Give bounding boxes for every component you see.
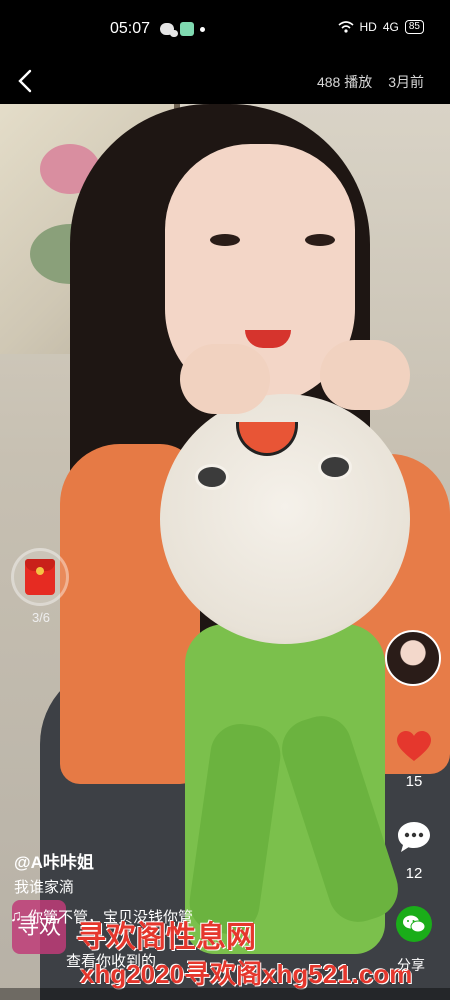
hand-left bbox=[180, 344, 270, 414]
red-packet-icon bbox=[25, 559, 55, 595]
share-label[interactable]: 分享 bbox=[397, 955, 425, 975]
eye-left bbox=[210, 234, 240, 246]
network-type: HD bbox=[359, 20, 377, 34]
wechat-notification-icon bbox=[160, 23, 178, 37]
video-stats: 488 播放 3月前 bbox=[317, 72, 424, 92]
wechat-share-button[interactable] bbox=[392, 906, 436, 942]
system-indicators: HD 4G 85 bbox=[337, 20, 424, 34]
battery-icon: 85 bbox=[404, 20, 424, 34]
plush-eye-left bbox=[195, 464, 229, 490]
post-age: 3月前 bbox=[388, 74, 424, 90]
bottom-strip bbox=[0, 988, 450, 1000]
post-description: 我谁家滴 bbox=[14, 879, 75, 896]
watermark-title: 寻欢阁性息网 bbox=[76, 921, 256, 954]
author-avatar[interactable] bbox=[385, 630, 441, 686]
red-packet-progress: 3/6 bbox=[31, 610, 51, 625]
more-notifications-icon bbox=[200, 26, 205, 32]
comment-button[interactable]: 12 bbox=[392, 820, 436, 882]
red-packet-widget[interactable]: 3/6 bbox=[11, 548, 71, 628]
video-header: 488 播放 3月前 bbox=[0, 60, 450, 104]
signal-icon: 4G bbox=[382, 20, 399, 34]
eye-right bbox=[305, 234, 335, 246]
message-notification-icon bbox=[180, 22, 194, 36]
hand-right bbox=[320, 340, 410, 410]
status-time: 05:07 bbox=[110, 20, 151, 37]
status-bar: 05:07 HD 4G 85 bbox=[0, 0, 450, 60]
music-note-icon: ♫ bbox=[10, 907, 22, 925]
comment-count: 12 bbox=[405, 865, 423, 882]
like-button[interactable]: 15 bbox=[392, 730, 436, 790]
wifi-icon bbox=[337, 21, 354, 33]
wechat-icon bbox=[396, 906, 432, 942]
watermark-url: xhg2020寻欢阁xhg521.com bbox=[80, 959, 413, 989]
heart-icon bbox=[397, 731, 431, 761]
back-icon[interactable] bbox=[12, 66, 42, 96]
author-name[interactable]: @A咔咔姐 bbox=[14, 848, 94, 873]
comment-icon bbox=[398, 822, 430, 852]
plush-eye-right bbox=[318, 454, 352, 480]
play-count: 488 播放 bbox=[316, 74, 373, 90]
notification-icons bbox=[160, 22, 205, 37]
like-count: 15 bbox=[405, 773, 423, 790]
red-packet-ring[interactable] bbox=[11, 548, 69, 606]
